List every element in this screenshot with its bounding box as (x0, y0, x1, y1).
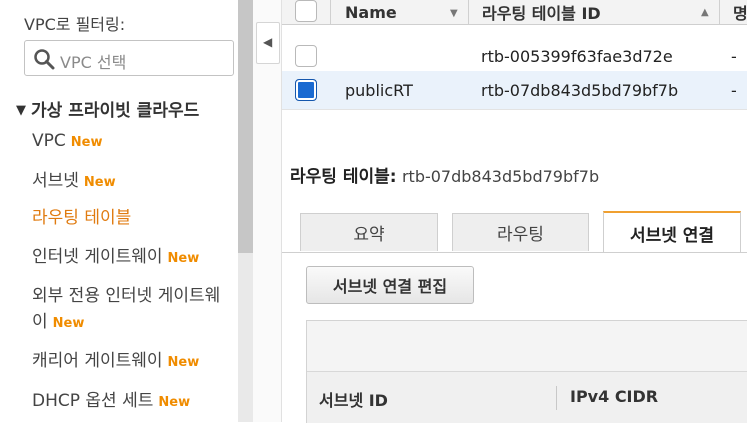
sidebar: VPC로 필터링: VPC 선택 ▼ 가상 프라이빗 클라우드 VPC New 서브… (0, 0, 238, 422)
chevron-left-icon: ◀ (263, 35, 273, 49)
column-header-subnet-id[interactable]: 서브넷 ID (319, 387, 388, 411)
column-header-ipv4-cidr[interactable]: IPv4 CIDR (570, 387, 658, 406)
sidebar-item-route-tables[interactable]: 라우팅 테이블 (32, 205, 131, 231)
new-badge: New (52, 316, 85, 331)
sidebar-item-label: DHCP 옵션 세트 (32, 391, 154, 411)
select-all-checkbox[interactable] (295, 0, 317, 22)
sidebar-item-label: 서브넷 (32, 171, 79, 191)
collapse-sidebar-button[interactable]: ◀ (256, 22, 280, 64)
new-badge: New (167, 251, 200, 266)
subnet-association-table: 서브넷 ID IPv4 CIDR (306, 320, 747, 423)
collapse-triangle-icon: ▼ (16, 103, 26, 118)
section-title: 가상 프라이빗 클라우드 (31, 101, 200, 121)
table-row[interactable]: publicRT rtb-07db843d5bd79bf7b - (282, 71, 747, 110)
vpc-select-input[interactable]: VPC 선택 (24, 40, 234, 76)
row-checkbox[interactable] (295, 45, 317, 67)
row-checkbox-checked[interactable] (295, 79, 317, 101)
sidebar-item-dhcp-options[interactable]: DHCP 옵션 세트 New (32, 388, 190, 416)
route-table-main: - (731, 80, 737, 100)
sidebar-item-label: 인터넷 게이트웨이 (32, 247, 163, 267)
new-badge: New (167, 355, 200, 370)
tab-summary[interactable]: 요약 (300, 213, 438, 251)
detail-label: 라우팅 테이블: (290, 167, 397, 187)
edit-subnet-associations-button[interactable]: 서브넷 연결 편집 (306, 266, 474, 304)
sidebar-item-label: 라우팅 테이블 (32, 208, 132, 228)
sidebar-item-egress-only-gateways[interactable]: 외부 전용 인터넷 게이트웨이 New (32, 283, 232, 337)
tab-subnet-associations[interactable]: 서브넷 연결 (603, 211, 741, 253)
route-table-main: - (731, 46, 737, 66)
sidebar-item-label: 캐리어 게이트웨이 (32, 351, 163, 371)
detail-title: 라우팅 테이블: rtb-07db843d5bd79bf7b (290, 162, 599, 187)
vpc-filter-label: VPC로 필터링: (24, 15, 126, 34)
sort-down-icon[interactable]: ▼ (450, 8, 458, 19)
new-badge: New (70, 135, 103, 150)
new-badge: New (158, 395, 191, 410)
column-header-main[interactable]: 명 (733, 0, 747, 31)
column-header-name[interactable]: Name (345, 0, 397, 31)
sort-up-icon[interactable]: ▲ (701, 7, 709, 18)
sidebar-item-vpc[interactable]: VPC New (32, 128, 102, 156)
sidebar-item-internet-gateways[interactable]: 인터넷 게이트웨이 New (32, 244, 199, 272)
new-badge: New (83, 175, 116, 190)
section-vpc-header[interactable]: ▼ 가상 프라이빗 클라우드 (16, 96, 199, 121)
sidebar-collapse-area: ◀ (253, 0, 282, 422)
sidebar-scrollbar-thumb[interactable] (238, 0, 253, 253)
tab-routes[interactable]: 라우팅 (452, 213, 589, 251)
vpc-select-placeholder: VPC 선택 (60, 53, 127, 72)
detail-tabs: 요약 라우팅 서브넷 연결 (300, 211, 747, 253)
subnet-table-header-row: 서브넷 ID IPv4 CIDR (307, 372, 747, 423)
sidebar-item-subnets[interactable]: 서브넷 New (32, 168, 116, 196)
column-header-route-table-id[interactable]: 라우팅 테이블 ID (482, 0, 601, 31)
table-header-row: Name ▼ 라우팅 테이블 ID ▲ 명 (282, 0, 747, 25)
sidebar-item-carrier-gateways[interactable]: 캐리어 게이트웨이 New (32, 348, 199, 376)
route-table-id: rtb-07db843d5bd79bf7b (481, 80, 679, 100)
tabs-divider (282, 252, 747, 253)
sidebar-item-label: VPC (32, 131, 66, 151)
route-table-id: rtb-005399f63fae3d72e (481, 46, 673, 66)
subnet-table-toolbar (307, 321, 747, 372)
search-icon (34, 49, 55, 70)
route-table-name: publicRT (345, 80, 413, 100)
detail-route-table-id: rtb-07db843d5bd79bf7b (401, 167, 600, 186)
